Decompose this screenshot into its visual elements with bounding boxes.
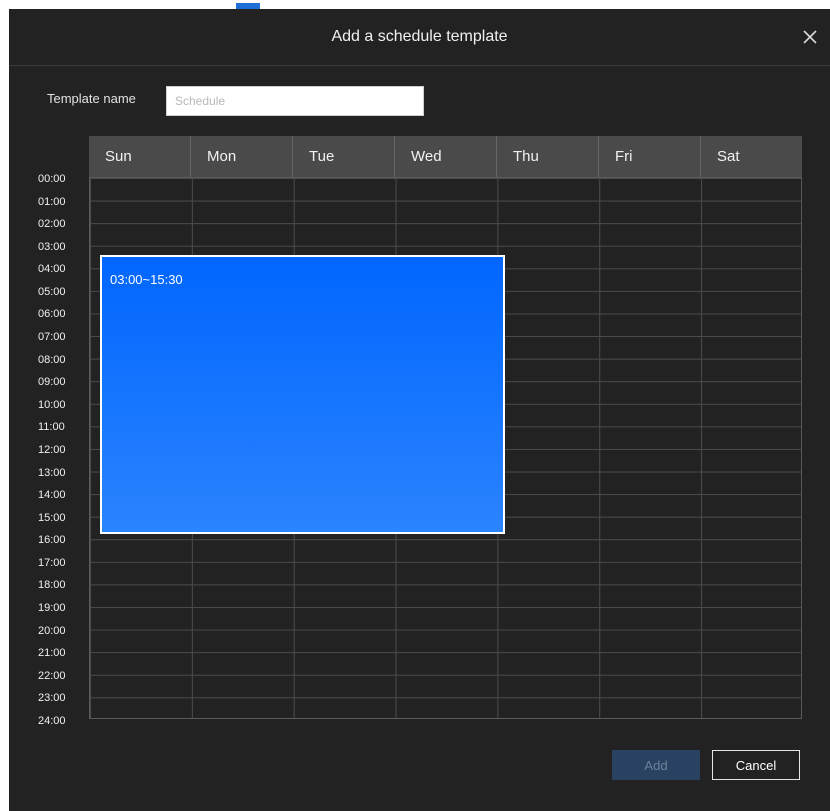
- day-header-row: Sun Mon Tue Wed Thu Fri Sat: [89, 136, 802, 177]
- day-header-sun: Sun: [105, 148, 132, 165]
- hour-label: 08:00: [38, 353, 66, 366]
- dialog-header: Add a schedule template: [9, 9, 830, 66]
- hour-label: 12:00: [38, 443, 66, 456]
- day-header-tue: Tue: [292, 136, 394, 177]
- template-name-input[interactable]: [166, 86, 424, 116]
- hour-label: 23:00: [38, 692, 66, 705]
- day-header-wed: Wed: [394, 136, 496, 177]
- hour-label: 13:00: [38, 466, 66, 479]
- hour-label: 15:00: [38, 511, 66, 524]
- background-page: [0, 0, 830, 9]
- hour-label: 06:00: [38, 308, 66, 321]
- schedule-block-time-range: 03:00~15:30: [110, 272, 183, 287]
- hour-label: 09:00: [38, 376, 66, 389]
- hour-label: 05:00: [38, 285, 66, 298]
- day-header-thu: Thu: [496, 136, 598, 177]
- day-header-fri: Fri: [598, 136, 700, 177]
- hour-label: 10:00: [38, 398, 66, 411]
- day-header-mon: Mon: [190, 136, 292, 177]
- hour-label: 00:00: [38, 173, 66, 185]
- hour-label: 21:00: [38, 647, 66, 660]
- close-icon[interactable]: [798, 25, 822, 49]
- schedule-block[interactable]: 03:00~15:30: [100, 255, 505, 534]
- hour-label: 07:00: [38, 331, 66, 344]
- hour-label: 04:00: [38, 263, 66, 276]
- hour-label: 02:00: [38, 218, 66, 231]
- dialog-title: Add a schedule template: [331, 28, 508, 45]
- hour-label: 20:00: [38, 624, 66, 637]
- hour-label: 22:00: [38, 669, 66, 682]
- hour-labels: 00:00 01:00 02:00 03:00 04:00 05:00 06:00 07:00…: [38, 172, 83, 732]
- hour-label: 17:00: [38, 556, 66, 569]
- hour-label: 16:00: [38, 534, 66, 547]
- hour-label: 24:00: [38, 714, 66, 727]
- template-name-label: Template name: [47, 91, 136, 106]
- hour-label: 19:00: [38, 602, 66, 615]
- add-button[interactable]: Add: [612, 750, 700, 780]
- hour-label: 01:00: [38, 195, 66, 208]
- day-header-sat: Sat: [700, 136, 802, 177]
- cancel-button[interactable]: Cancel: [712, 750, 800, 780]
- hour-label: 03:00: [38, 240, 66, 253]
- hour-label: 14:00: [38, 489, 66, 502]
- close-icon-glyph: [803, 30, 817, 44]
- hour-label: 11:00: [38, 421, 65, 434]
- hour-label: 18:00: [38, 579, 66, 592]
